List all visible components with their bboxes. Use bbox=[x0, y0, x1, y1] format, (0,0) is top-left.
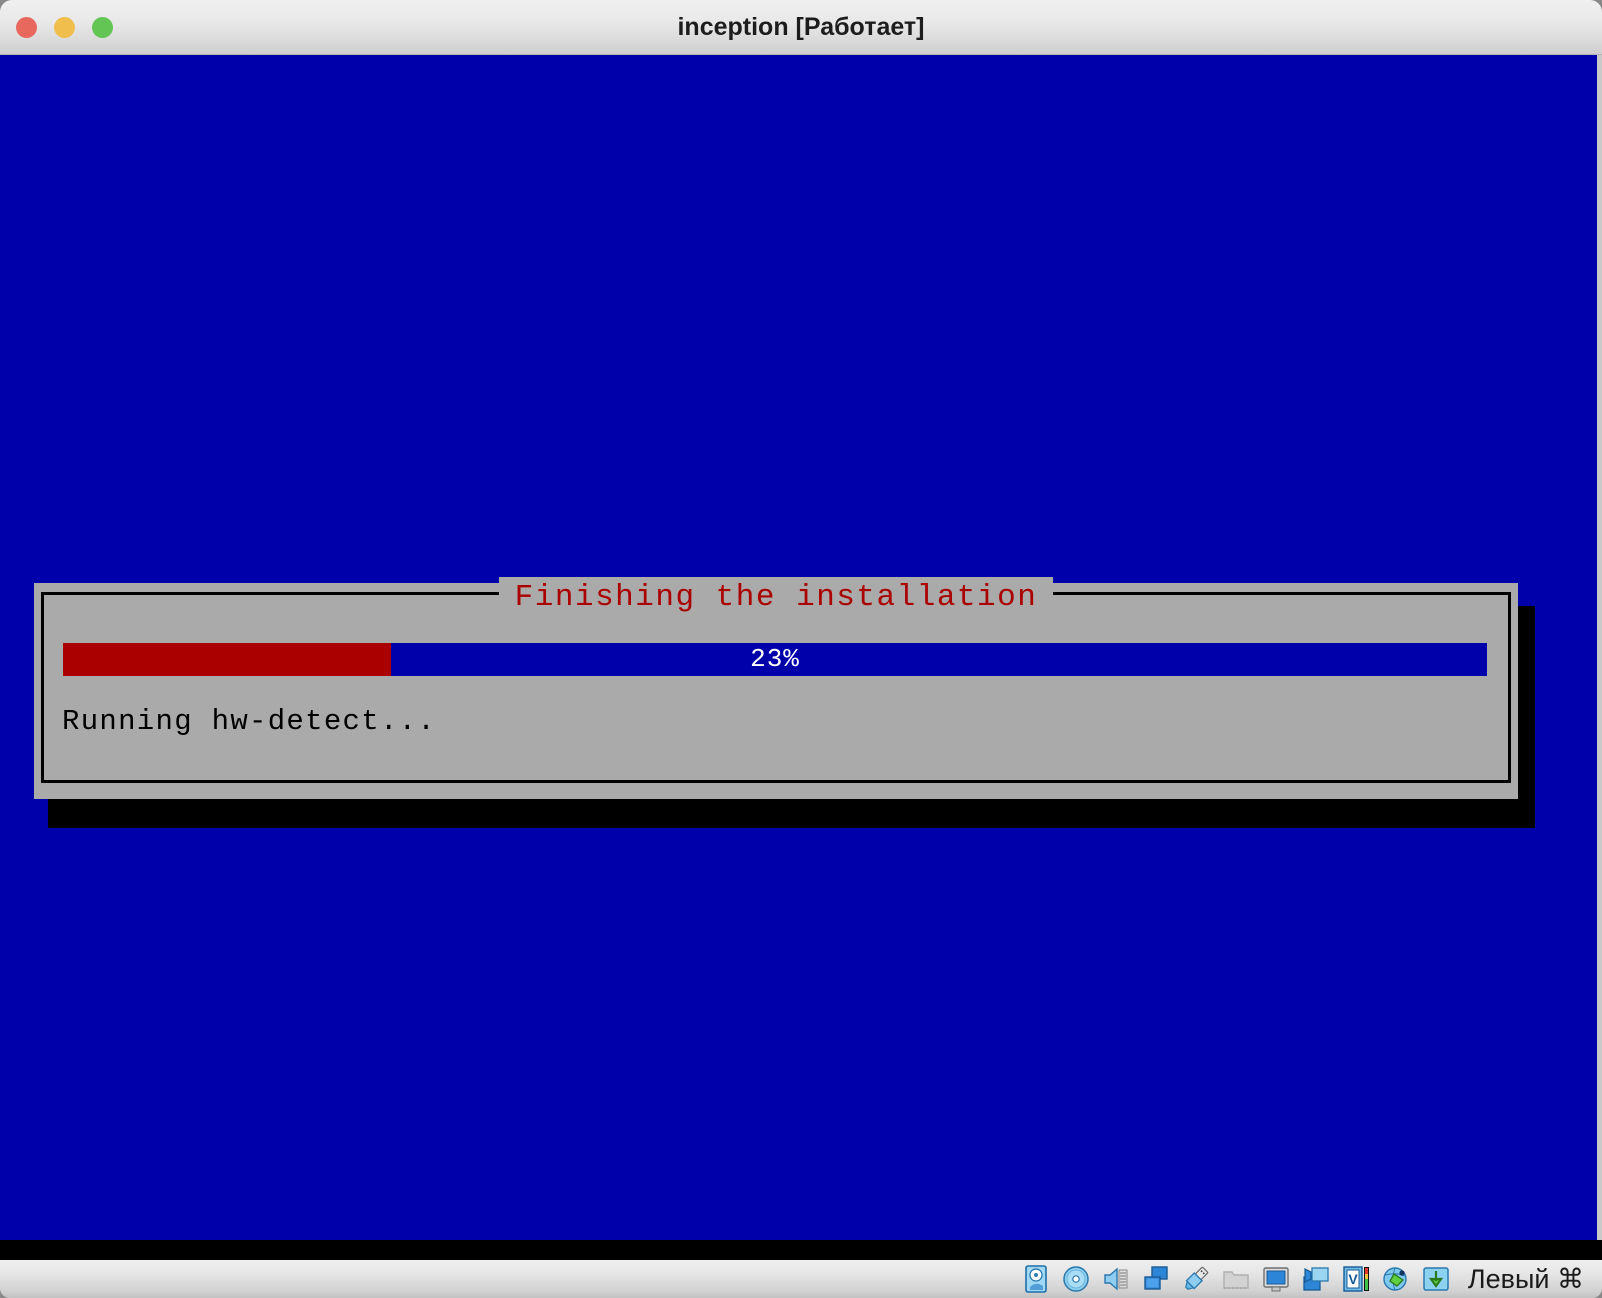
shared-folders-icon[interactable] bbox=[1221, 1264, 1251, 1294]
dialog-title: Finishing the installation bbox=[0, 577, 1552, 619]
audio-icon[interactable] bbox=[1101, 1264, 1131, 1294]
mouse-integration-icon[interactable] bbox=[1381, 1264, 1411, 1294]
usb-icon[interactable] bbox=[1181, 1264, 1211, 1294]
video-capture-icon[interactable] bbox=[1301, 1264, 1331, 1294]
progress-bar: 23% bbox=[63, 643, 1487, 676]
virtualization-icon[interactable]: V bbox=[1341, 1264, 1371, 1294]
progress-percent-label: 23% bbox=[750, 644, 800, 674]
display-icon[interactable] bbox=[1261, 1264, 1291, 1294]
window-title: inception [Работает] bbox=[677, 13, 925, 41]
optical-disk-icon[interactable] bbox=[1061, 1264, 1091, 1294]
network-icon[interactable] bbox=[1141, 1264, 1171, 1294]
guest-bottom-black-strip bbox=[0, 1240, 1602, 1260]
dialog-title-text: Finishing the installation bbox=[498, 577, 1054, 619]
dialog-inner-frame bbox=[41, 592, 1511, 783]
host-key-label: Левый ⌘ bbox=[1467, 1263, 1584, 1294]
vm-guest-screen[interactable]: Finishing the installation 23% Running h… bbox=[0, 55, 1597, 1240]
host-key-icon[interactable] bbox=[1421, 1264, 1451, 1294]
installer-status-text: Running hw-detect... bbox=[62, 705, 437, 738]
virtualbox-vm-window: inception [Работает] Finishing the insta… bbox=[0, 0, 1602, 1298]
virtualbox-statusbar: V Левый ⌘ bbox=[0, 1260, 1602, 1298]
window-right-edge bbox=[1597, 55, 1602, 1240]
svg-text:V: V bbox=[1348, 1271, 1358, 1287]
hard-disk-icon[interactable] bbox=[1021, 1264, 1051, 1294]
window-titlebar: inception [Работает] bbox=[0, 0, 1602, 55]
